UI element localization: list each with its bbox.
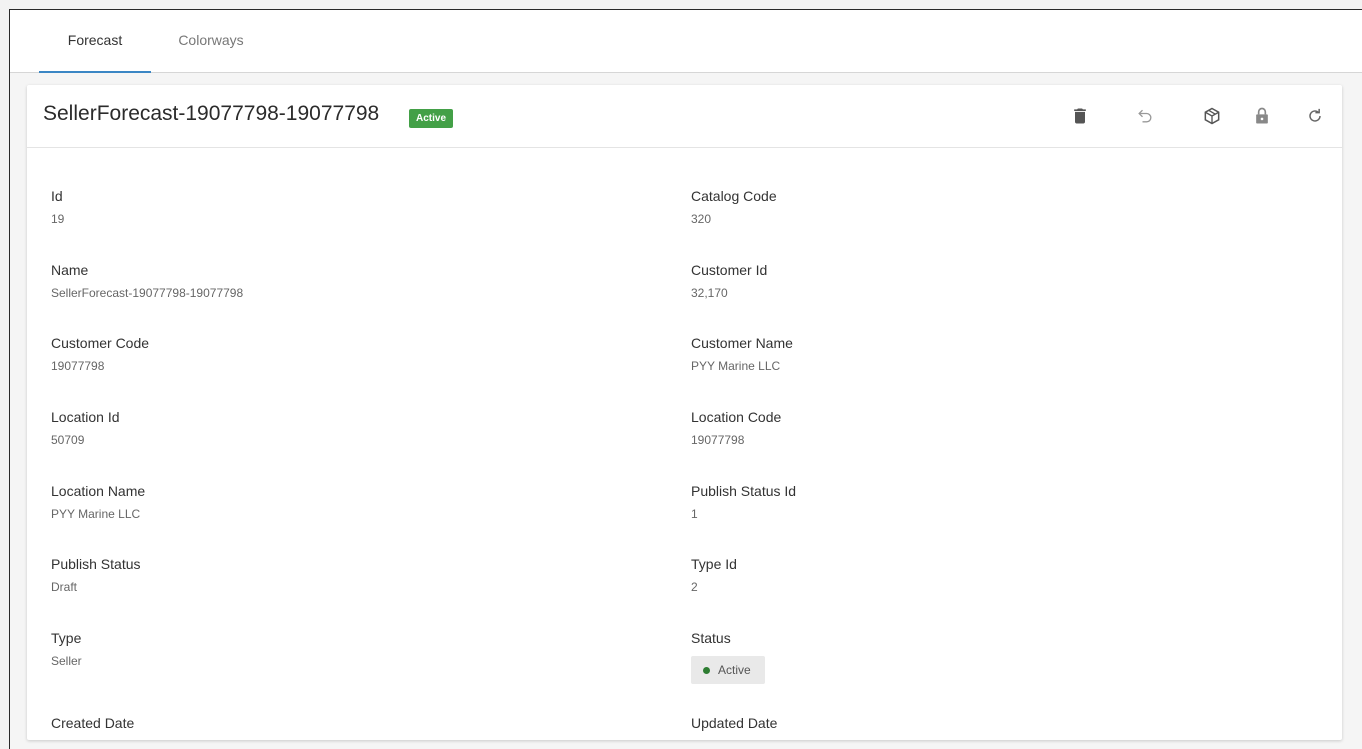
active-tab-indicator — [39, 71, 151, 73]
field-value: 1 — [691, 507, 698, 521]
field-value: 19077798 — [51, 359, 105, 373]
field-value: PYY Marine LLC — [691, 359, 781, 373]
field-label: Customer Code — [51, 335, 150, 351]
field-catalog-code: Catalog Code 320 — [691, 188, 777, 226]
field-value: 2 — [691, 580, 698, 594]
field-label: Type — [51, 630, 82, 646]
field-value: PYY Marine LLC — [51, 507, 141, 521]
field-status: Status — [691, 630, 731, 646]
field-customer-code: Customer Code 19077798 — [51, 335, 149, 373]
field-label: Customer Id — [691, 262, 768, 278]
field-created-date: Created Date — [51, 715, 134, 731]
field-publish-status-id: Publish Status Id 1 — [691, 483, 796, 521]
field-location-name: Location Name PYY Marine LLC — [51, 483, 145, 521]
field-id: Id 19 — [51, 188, 64, 226]
field-value: 32,170 — [691, 286, 728, 300]
field-label: Updated Date — [691, 715, 778, 731]
field-customer-id: Customer Id 32,170 — [691, 262, 767, 300]
field-value: Seller — [51, 654, 82, 668]
field-label: Publish Status — [51, 556, 141, 572]
field-label: Id — [51, 188, 63, 204]
field-location-id: Location Id 50709 — [51, 409, 120, 447]
undo-button[interactable] — [1128, 99, 1162, 133]
status-chip-label: Active — [718, 663, 751, 677]
field-type-id: Type Id 2 — [691, 556, 737, 594]
field-label: Publish Status Id — [691, 483, 797, 499]
field-value: 19 — [51, 212, 65, 226]
undo-icon — [1138, 109, 1152, 123]
tab-colorways-label: Colorways — [178, 32, 244, 48]
tab-colorways[interactable]: Colorways — [165, 10, 257, 72]
field-value: SellerForecast-19077798-19077798 — [51, 286, 244, 300]
refresh-icon — [1309, 108, 1321, 122]
app-frame: Forecast Colorways SellerForecast-190777… — [9, 9, 1362, 749]
tab-forecast-label: Forecast — [67, 32, 123, 48]
field-customer-name: Customer Name PYY Marine LLC — [691, 335, 793, 373]
lock-icon — [1256, 107, 1268, 124]
refresh-button[interactable] — [1298, 99, 1332, 133]
tab-bar: Forecast Colorways — [10, 10, 1362, 73]
field-label: Status — [691, 630, 731, 646]
field-label: Location Code — [691, 409, 782, 425]
field-value: 320 — [691, 212, 712, 226]
field-name: Name SellerForecast-19077798-19077798 — [51, 262, 243, 300]
status-chip: Active — [691, 656, 765, 684]
field-location-code: Location Code 19077798 — [691, 409, 781, 447]
field-value: 50709 — [51, 433, 85, 447]
field-label: Type Id — [691, 556, 737, 572]
page-title: SellerForecast-19077798-19077798 — [43, 102, 380, 125]
delete-icon — [1074, 108, 1086, 124]
status-badge: Active — [409, 109, 454, 128]
field-label: Catalog Code — [691, 188, 777, 204]
field-label: Location Name — [51, 483, 146, 499]
package-icon — [1204, 107, 1220, 125]
card-header: SellerForecast-19077798-19077798 Active — [27, 85, 1342, 148]
field-label: Name — [51, 262, 89, 278]
field-label: Customer Name — [691, 335, 793, 351]
field-label: Created Date — [51, 715, 135, 731]
field-updated-date: Updated Date — [691, 715, 777, 731]
tab-forecast[interactable]: Forecast — [39, 10, 151, 73]
package-button[interactable] — [1195, 99, 1229, 133]
forecast-detail-card: SellerForecast-19077798-19077798 Active — [27, 85, 1342, 740]
field-value: 19077798 — [691, 433, 745, 447]
field-type: Type Seller — [51, 630, 82, 668]
status-dot-icon — [703, 666, 710, 674]
field-value: Draft — [51, 580, 78, 594]
field-label: Location Id — [51, 409, 120, 425]
field-publish-status: Publish Status Draft — [51, 556, 141, 594]
delete-button[interactable] — [1063, 99, 1097, 133]
lock-button[interactable] — [1245, 99, 1279, 133]
